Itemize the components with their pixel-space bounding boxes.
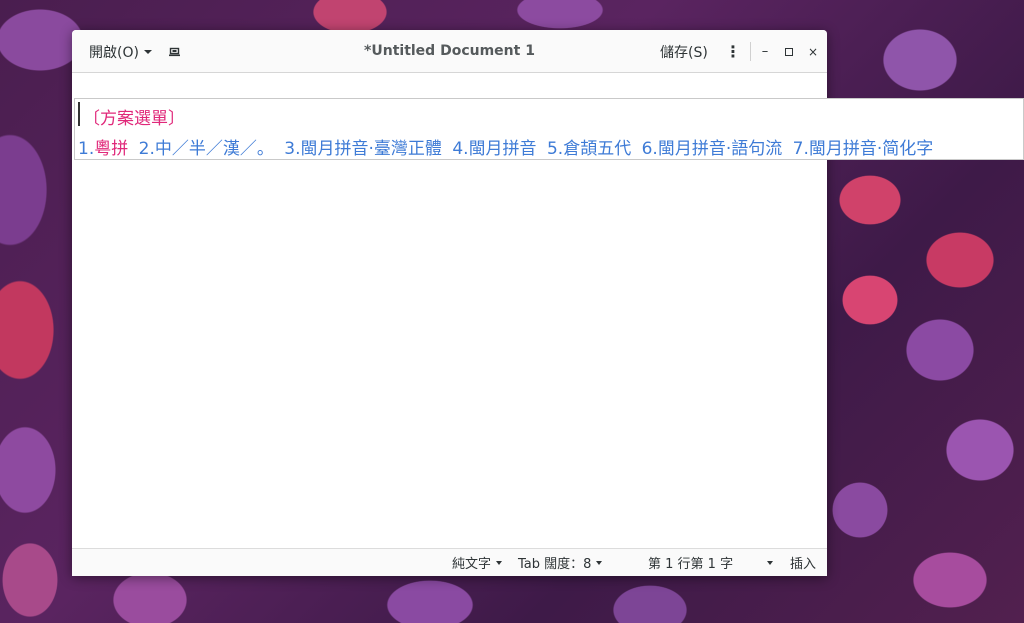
open-button[interactable]: 開啟(O) [89,30,152,73]
chevron-down-icon [596,560,603,565]
cursor-position: 第 1 行第 1 字 [648,557,734,572]
candidate-index: 5. [546,139,564,159]
candidate-index: 3. [284,139,301,159]
header-separator [750,42,751,61]
maximize-button[interactable] [782,30,796,73]
maximize-icon [785,47,793,56]
ime-candidate-3[interactable]: 3.閩月拼音·臺灣正體 [284,139,442,159]
new-document-button[interactable] [167,30,181,73]
kebab-menu-icon[interactable]: ⋮ [725,30,741,73]
candidate-index: 7. [792,139,809,159]
ime-candidate-1[interactable]: 1.粵拼 [78,139,128,159]
minimize-button[interactable]: – [758,30,772,73]
tab-width-selector[interactable]: Tab 闊度：8 [518,549,603,576]
ime-schema-menu-title: 〔方案選單〕 [83,109,185,129]
language-label: 純文字 [452,557,492,572]
new-tab-icon [168,47,180,56]
candidate-index: 2. [138,139,155,159]
ime-candidate-popup: 〔方案選單〕 1.粵拼 2.中／半／漢／。 3.閩月拼音·臺灣正體 4.閩月拼音… [74,98,1024,160]
ime-candidate-5[interactable]: 5.倉頡五代 [547,139,631,159]
ime-candidate-4[interactable]: 4.閩月拼音 [452,139,536,159]
candidate-text: 中／半／漢／。 [154,139,274,159]
ime-candidate-6[interactable]: 6.閩月拼音·語句流 [642,139,783,159]
candidate-index: 1. [78,139,95,159]
close-button[interactable]: × [806,30,820,73]
candidate-text: 閩月拼音·简化字 [808,139,934,159]
candidate-text: 閩月拼音·臺灣正體 [300,139,442,159]
save-button[interactable]: 儲存(S) [660,30,708,73]
chevron-down-icon [496,560,503,565]
window-title: *Untitled Document 1 [364,43,535,59]
candidate-text: 閩月拼音·語句流 [657,139,783,159]
candidate-index: 6. [641,139,658,159]
preedit-cursor [78,102,80,126]
ime-candidate-7[interactable]: 7.閩月拼音·简化字 [793,139,934,159]
ime-candidate-2[interactable]: 2.中／半／漢／。 [139,139,274,159]
header-bar: 開啟(O) *Untitled Document 1 儲存(S) ⋮ – × [72,30,827,73]
chevron-down-icon [143,49,152,54]
open-button-label: 開啟(O) [89,44,139,61]
candidate-text: 粵拼 [94,139,129,159]
status-bar: 純文字 Tab 闊度：8 第 1 行第 1 字 插入 [72,548,827,576]
candidate-index: 4. [452,139,469,159]
candidate-text: 閩月拼音 [468,139,537,159]
insert-mode-indicator: 插入 [790,557,817,572]
candidate-text: 倉頡五代 [563,139,632,159]
chevron-down-icon [767,560,773,565]
ime-candidate-list: 1.粵拼 2.中／半／漢／。 3.閩月拼音·臺灣正體 4.閩月拼音 5.倉頡五代… [78,134,938,159]
position-menu-button[interactable] [762,549,773,576]
tab-width-label: Tab 闊度：8 [518,557,592,572]
language-selector[interactable]: 純文字 [452,549,503,576]
